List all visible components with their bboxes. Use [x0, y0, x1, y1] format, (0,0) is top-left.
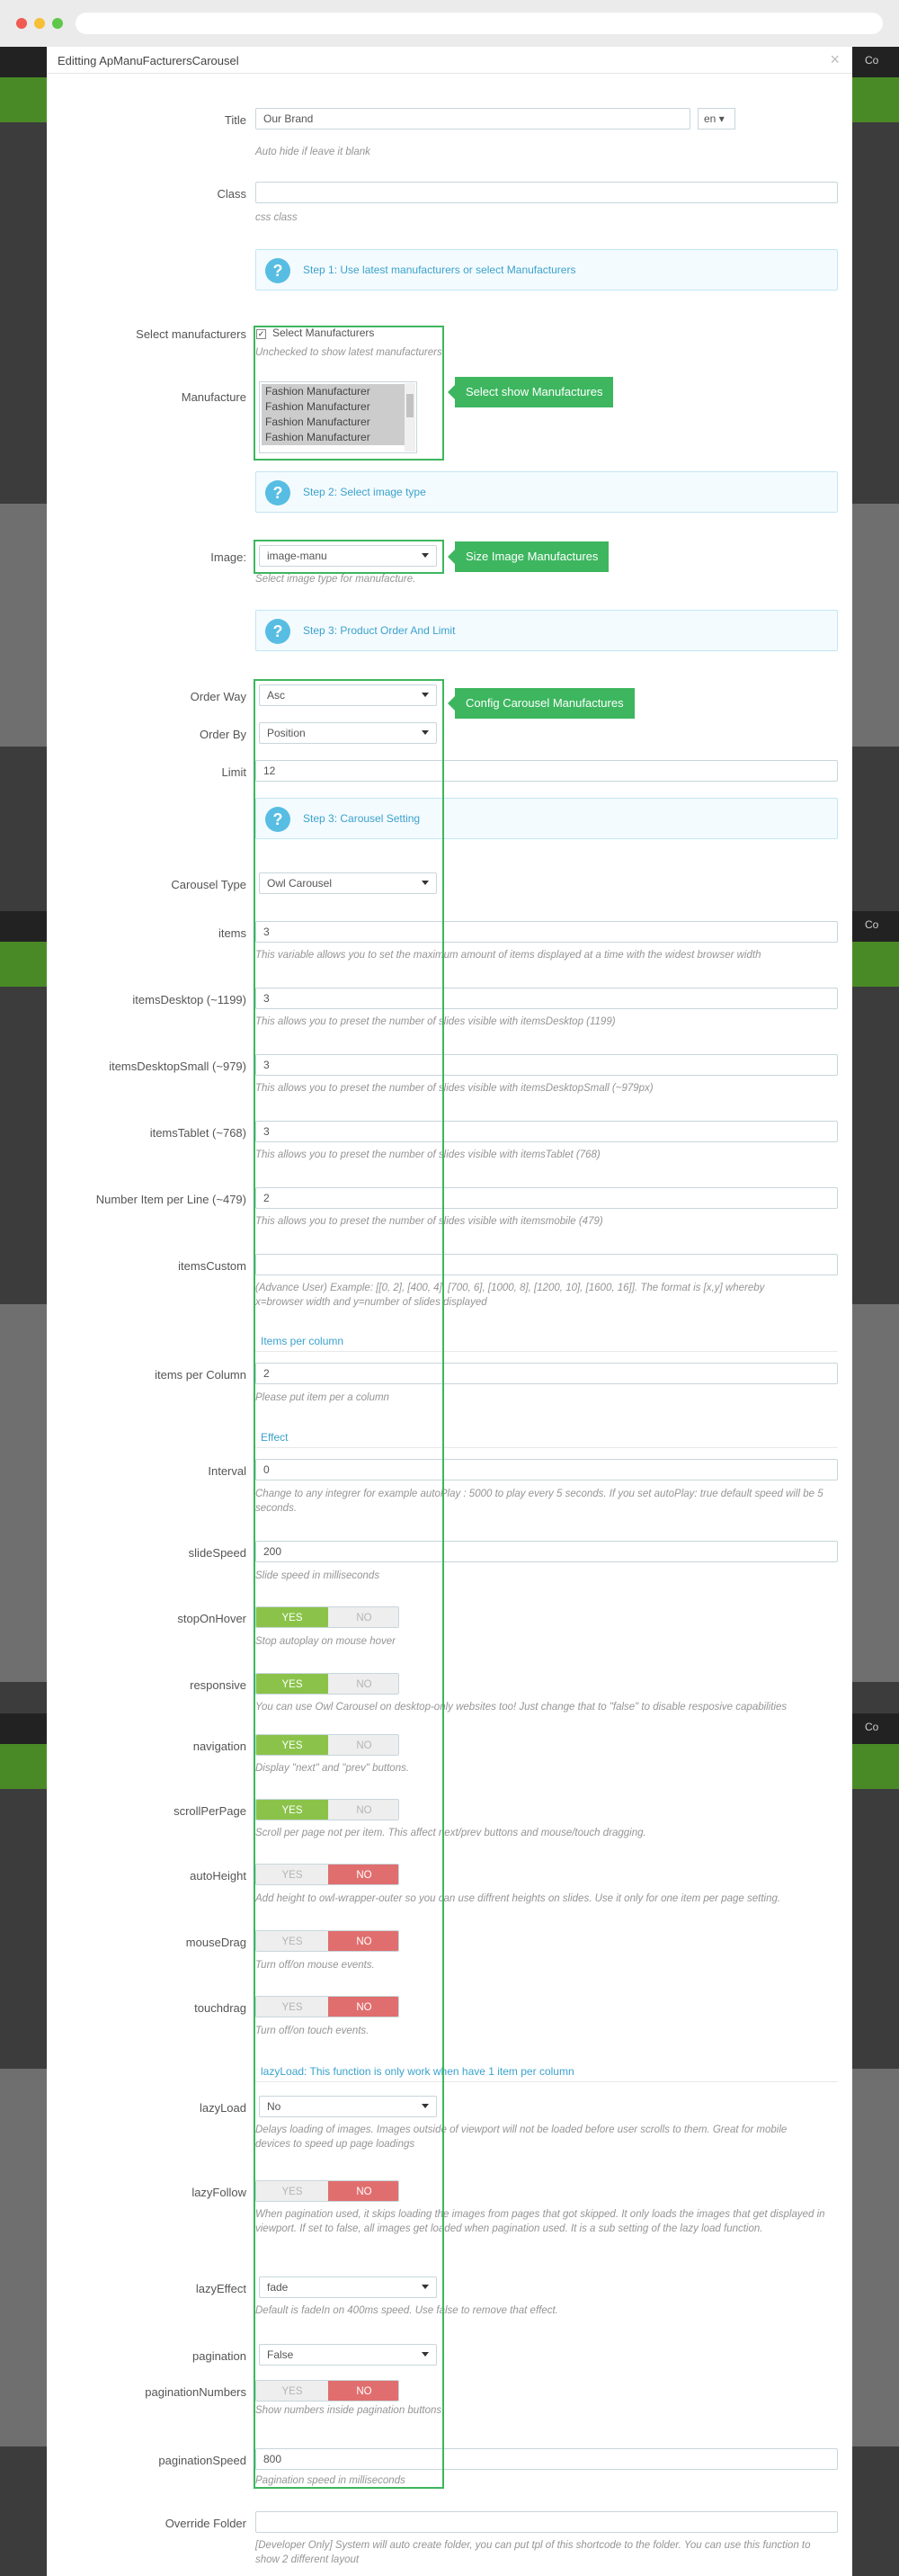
modal-title: Editting ApManuFacturersCarousel [58, 54, 239, 67]
annotation-box-config [254, 679, 444, 2489]
class-help: css class [255, 212, 298, 223]
responsive-label: responsive [190, 1678, 246, 1692]
interval-label: Interval [208, 1464, 246, 1478]
annotation-box-image [254, 540, 444, 574]
background-side-label: Co [865, 918, 879, 931]
browser-chrome [0, 0, 899, 47]
order-by-label: Order By [199, 728, 246, 741]
annotation-size-image: Size Image Manufactures [447, 541, 610, 572]
annotation-box-select [254, 326, 444, 461]
navigation-label: navigation [192, 1740, 246, 1753]
lazy-effect-label: lazyEffect [195, 2282, 246, 2295]
items-custom-label: itemsCustom [178, 1259, 246, 1273]
edit-modal: Editting ApManuFacturersCarousel × Title… [47, 47, 852, 2576]
lazy-follow-label: lazyFollow [191, 2186, 246, 2199]
question-icon: ? [265, 619, 290, 644]
limit-label: Limit [221, 765, 246, 779]
step2-alert: ? Step 2: Select image type [255, 471, 838, 513]
title-help: Auto hide if leave it blank [255, 147, 370, 157]
address-bar[interactable] [76, 13, 883, 34]
step1-text: Step 1: Use latest manufacturers or sele… [303, 264, 576, 276]
select-manufacturers-label: Select manufacturers [136, 327, 246, 341]
scroll-per-page-label: scrollPerPage [174, 1804, 246, 1818]
question-icon: ? [265, 480, 290, 505]
chevron-down-icon: ▾ [718, 112, 725, 125]
question-icon: ? [265, 258, 290, 283]
touch-drag-label: touchdrag [194, 2001, 246, 2015]
override-folder-label: Override Folder [165, 2517, 246, 2530]
pagination-numbers-label: paginationNumbers [145, 2385, 246, 2399]
close-icon[interactable]: × [830, 50, 840, 69]
items-desktop-small-label: itemsDesktopSmall (~979) [109, 1060, 246, 1073]
language-select[interactable]: en ▾ [698, 108, 735, 130]
items-label: items [218, 926, 246, 940]
class-input[interactable] [255, 182, 838, 203]
items-tablet-label: itemsTablet (~768) [149, 1126, 246, 1140]
items-per-column-label: items per Column [155, 1368, 246, 1382]
stop-on-hover-label: stopOnHover [177, 1612, 246, 1625]
annotation-select-show: Select show Manufactures [447, 377, 614, 407]
maximize-window-dot[interactable] [52, 18, 63, 29]
annotation-config-carousel: Config Carousel Manufactures [448, 688, 635, 719]
step3-order-alert: ? Step 3: Product Order And Limit [255, 610, 838, 651]
lazy-load-label: lazyLoad [199, 2101, 246, 2115]
pagination-label: pagination [192, 2349, 246, 2363]
step1-alert: ? Step 1: Use latest manufacturers or se… [255, 249, 838, 291]
title-label: Title [224, 113, 246, 127]
manufacture-label: Manufacture [181, 390, 246, 404]
title-input[interactable]: Our Brand [255, 108, 690, 130]
step2-text: Step 2: Select image type [303, 486, 426, 498]
language-value: en [704, 112, 717, 125]
modal-header: Editting ApManuFacturersCarousel × [47, 47, 852, 74]
pagination-speed-label: paginationSpeed [158, 2454, 246, 2467]
background-side-label: Co [865, 1721, 879, 1733]
override-folder-input[interactable] [255, 2511, 838, 2533]
background-side-label: Co [865, 54, 879, 67]
items-mobile-label: Number Item per Line (~479) [95, 1193, 246, 1206]
image-label: Image: [210, 550, 246, 564]
carousel-type-label: Carousel Type [171, 878, 246, 891]
auto-height-label: autoHeight [190, 1869, 246, 1883]
image-help: Select image type for manufacture. [255, 574, 416, 585]
minimize-window-dot[interactable] [34, 18, 45, 29]
step3-order-text: Step 3: Product Order And Limit [303, 624, 456, 637]
order-way-label: Order Way [190, 690, 246, 703]
items-desktop-label: itemsDesktop (~1199) [132, 993, 246, 1006]
mouse-drag-label: mouseDrag [185, 1936, 246, 1949]
class-label: Class [217, 187, 246, 201]
close-window-dot[interactable] [16, 18, 27, 29]
override-folder-help: [Developer Only] System will auto create… [255, 2540, 811, 2565]
slide-speed-label: slideSpeed [188, 1546, 246, 1560]
